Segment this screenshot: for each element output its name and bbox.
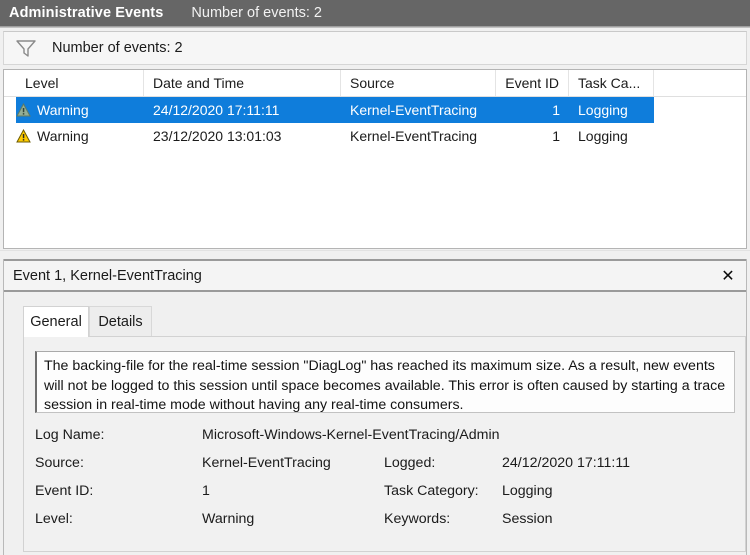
property-row-source-logged: Source: Kernel-EventTracing Logged: 24/1… [24, 449, 747, 477]
window-titlebar: Administrative Events Number of events: … [0, 0, 750, 26]
value-log-name: Microsoft-Windows-Kernel-EventTracing/Ad… [202, 427, 500, 443]
value-level: Warning [202, 511, 255, 527]
column-header-date-and-time[interactable]: Date and Time [144, 70, 341, 96]
table-row[interactable]: Warning 23/12/2020 13:01:03 Kernel-Event… [4, 123, 746, 149]
value-source: Kernel-EventTracing [202, 455, 331, 471]
cell-event-id: 1 [496, 97, 569, 123]
cell-level: Warning [4, 97, 144, 123]
column-header-task-category[interactable]: Task Ca... [569, 70, 654, 96]
value-logged: 24/12/2020 17:11:11 [502, 455, 631, 471]
cell-level-text: Warning [37, 102, 89, 118]
label-source: Source: [35, 455, 84, 471]
event-list-header: Level Date and Time Source Event ID Task… [4, 70, 746, 97]
label-task-category: Task Category: [384, 483, 479, 499]
close-icon[interactable]: ✕ [717, 265, 739, 287]
titlebar-divider [0, 26, 750, 28]
cell-date-and-time: 24/12/2020 17:11:11 [144, 97, 341, 123]
window-title: Administrative Events [9, 5, 164, 21]
value-keywords: Session [502, 511, 553, 527]
column-header-event-id[interactable]: Event ID [496, 70, 569, 96]
warning-icon [16, 129, 31, 143]
cell-source-text: Kernel-EventTracing [350, 102, 478, 118]
label-event-id: Event ID: [35, 483, 94, 499]
cell-source-text: Kernel-EventTracing [350, 128, 478, 144]
label-level: Level: [35, 511, 73, 527]
cell-event-id: 1 [496, 123, 569, 149]
property-row-log-name: Log Name: Microsoft-Windows-Kernel-Event… [24, 421, 747, 449]
value-event-id: 1 [202, 483, 210, 499]
event-detail-header: Event 1, Kernel-EventTracing ✕ [4, 259, 746, 292]
property-row-event-id-task-category: Event ID: 1 Task Category: Logging [24, 477, 747, 505]
value-task-category: Logging [502, 483, 553, 499]
filter-bar[interactable]: Number of events: 2 [3, 31, 747, 65]
column-header-source[interactable]: Source [341, 70, 496, 96]
property-row-level-keywords: Level: Warning Keywords: Session [24, 505, 747, 533]
warning-icon [16, 103, 31, 117]
event-list-pane[interactable]: Level Date and Time Source Event ID Task… [3, 69, 747, 249]
cell-level: Warning [4, 123, 144, 149]
label-log-name: Log Name: [35, 427, 105, 443]
cell-level-text: Warning [37, 128, 89, 144]
event-message-box[interactable]: The backing-file for the real-time sessi… [35, 351, 735, 413]
label-keywords: Keywords: [384, 511, 451, 527]
tab-details[interactable]: Details [89, 306, 152, 336]
funnel-icon [16, 40, 36, 57]
cell-task-category-text: Logging [578, 102, 628, 118]
event-detail-pane: Event 1, Kernel-EventTracing ✕ General D… [3, 259, 747, 555]
cell-source: Kernel-EventTracing [341, 97, 496, 123]
table-row[interactable]: Warning 24/12/2020 17:11:11 Kernel-Event… [4, 97, 746, 123]
tab-general[interactable]: General [23, 306, 89, 337]
event-properties-grid: Log Name: Microsoft-Windows-Kernel-Event… [24, 421, 747, 533]
cell-event-id-text: 1 [552, 128, 560, 144]
event-detail-title: Event 1, Kernel-EventTracing [13, 267, 202, 284]
cell-task-category-text: Logging [578, 128, 628, 144]
cell-date-and-time-text: 23/12/2020 13:01:03 [153, 128, 282, 144]
cell-date-and-time: 23/12/2020 13:01:03 [144, 123, 341, 149]
pane-splitter[interactable] [0, 250, 750, 259]
tab-content-general: The backing-file for the real-time sessi… [23, 336, 746, 552]
window-title-event-count: Number of events: 2 [191, 5, 322, 21]
label-logged: Logged: [384, 455, 436, 471]
cell-task-category: Logging [569, 123, 654, 149]
detail-tabstrip: General Details [4, 306, 746, 337]
cell-event-id-text: 1 [552, 102, 560, 118]
event-message-text: The backing-file for the real-time sessi… [44, 358, 730, 413]
event-viewer-window: Administrative Events Number of events: … [0, 0, 750, 555]
cell-source: Kernel-EventTracing [341, 123, 496, 149]
cell-date-and-time-text: 24/12/2020 17:11:11 [153, 102, 280, 118]
column-header-level[interactable]: Level [16, 70, 144, 96]
filter-event-count-label: Number of events: 2 [52, 40, 183, 56]
cell-task-category: Logging [569, 97, 654, 123]
